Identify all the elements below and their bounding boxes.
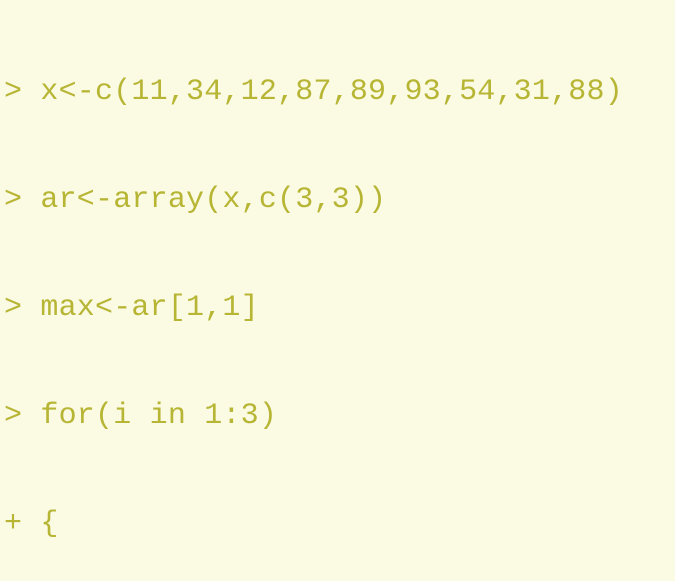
code-line: > ar<-array(x,c(3,3)) [4,182,671,218]
code-text: { [40,507,58,541]
prompt: + [4,507,40,541]
code-text: x<-c(11,34,12,87,89,93,54,31,88) [40,75,623,109]
code-line: > max<-ar[1,1] [4,290,671,326]
code-line: > x<-c(11,34,12,87,89,93,54,31,88) [4,74,671,110]
code-line: > for(i in 1:3) [4,398,671,434]
prompt: > [4,399,40,433]
prompt: > [4,75,40,109]
code-text: for(i in 1:3) [40,399,277,433]
code-text: ar<-array(x,c(3,3)) [40,183,386,217]
code-text: max<-ar[1,1] [40,291,258,325]
r-console: > x<-c(11,34,12,87,89,93,54,31,88) > ar<… [0,0,675,581]
prompt: > [4,291,40,325]
code-line: + { [4,506,671,542]
prompt: > [4,183,40,217]
